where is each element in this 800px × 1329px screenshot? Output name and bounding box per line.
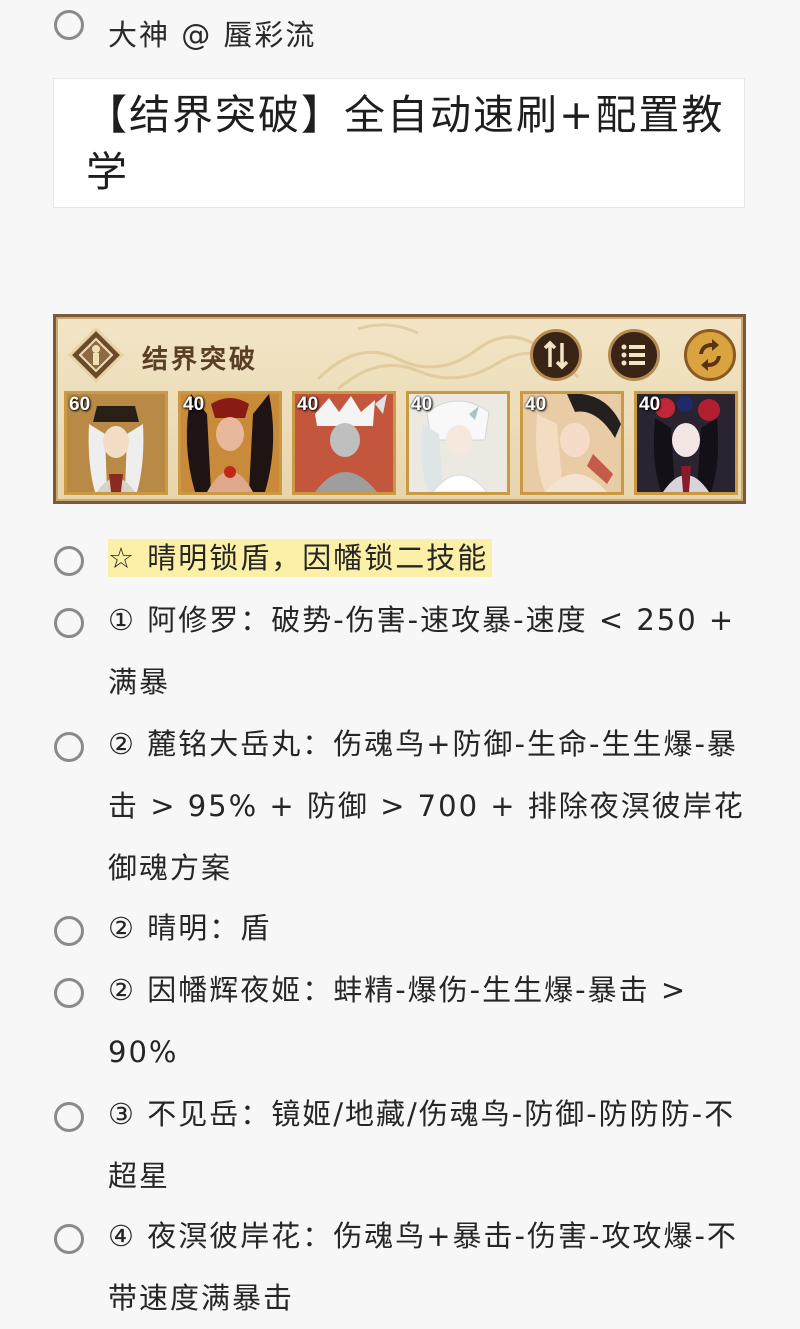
list-item: ② 麓铭大岳丸：伤魂鸟+防御-生命-生生爆-暴击 > 95% + 防御 > 70… <box>0 726 800 912</box>
sort-icon[interactable] <box>530 329 582 381</box>
shikigami-portrait[interactable]: 40 <box>178 391 282 495</box>
refresh-icon[interactable] <box>684 329 736 381</box>
shikigami-portrait[interactable]: 40 <box>292 391 396 495</box>
shikigami-portrait[interactable]: 40 <box>634 391 738 495</box>
portrait-row: 60 40 40 40 40 40 <box>64 391 740 495</box>
item-text: ② 麓铭大岳丸：伤魂鸟+防御-生命-生生爆-暴击 > 95% + 防御 > 70… <box>108 727 745 885</box>
checkbox-circle[interactable] <box>54 1102 84 1132</box>
checkbox-circle[interactable] <box>54 608 84 638</box>
level-label: 40 <box>411 394 433 415</box>
level-label: 40 <box>639 394 661 415</box>
checkbox-circle[interactable] <box>54 732 84 762</box>
list-item: ① 阿修罗：破势-伤害-速攻暴-速度 < 250 + 满暴 <box>0 602 800 726</box>
highlighted-text: ☆ 晴明锁盾，因幡锁二技能 <box>108 539 493 577</box>
checkbox-circle[interactable] <box>54 978 84 1008</box>
list-item: ☆ 晴明锁盾，因幡锁二技能 <box>0 539 800 586</box>
level-label: 40 <box>183 394 205 415</box>
page-title: 【结界突破】全自动速刷+配置教学 <box>86 91 725 196</box>
list-item: ② 因幡辉夜姬：蚌精-爆伤-生生爆-暴击 > 90% <box>0 972 800 1096</box>
item-text: ② 晴明：盾 <box>108 911 272 945</box>
item-text: ③ 不见岳：镜姬/地藏/伤魂鸟-防御-防防防-不超星 <box>108 1097 736 1193</box>
list-item: ④ 夜溟彼岸花：伤魂鸟+暴击-伤害-攻攻爆-不带速度满暴击 <box>0 1218 800 1327</box>
author-label: 大神 @ 蜃彩流 <box>108 18 317 52</box>
checkbox-circle[interactable] <box>54 546 84 576</box>
shikigami-portrait[interactable]: 40 <box>406 391 510 495</box>
list-item: ③ 不见岳：镜姬/地藏/伤魂鸟-防御-防防防-不超星 <box>0 1096 800 1220</box>
item-text: ☆ 晴明锁盾，因幡锁二技能 <box>108 527 748 589</box>
shikigami-portrait[interactable]: 60 <box>64 391 168 495</box>
title-card: 【结界突破】全自动速刷+配置教学 <box>53 78 745 208</box>
level-label: 40 <box>525 394 547 415</box>
shikigami-portrait[interactable]: 40 <box>520 391 624 495</box>
level-label: 40 <box>297 394 319 415</box>
author-row: 大神 @ 蜃彩流 <box>0 8 800 52</box>
barrier-emblem-icon <box>68 327 124 383</box>
banner-title: 结界突破 <box>142 345 259 375</box>
checkbox-circle[interactable] <box>54 10 84 40</box>
game-screenshot: 结界突破 60 40 40 40 40 40 <box>53 314 746 504</box>
item-text: ④ 夜溟彼岸花：伤魂鸟+暴击-伤害-攻攻爆-不带速度满暴击 <box>108 1219 738 1315</box>
banner-panel: 结界突破 60 40 40 40 40 40 <box>56 317 743 501</box>
list-icon[interactable] <box>608 329 660 381</box>
level-label: 60 <box>69 394 91 415</box>
checkbox-circle[interactable] <box>54 1224 84 1254</box>
item-text: ① 阿修罗：破势-伤害-速攻暴-速度 < 250 + 满暴 <box>108 603 736 699</box>
checkbox-circle[interactable] <box>54 916 84 946</box>
item-text: ② 因幡辉夜姬：蚌精-爆伤-生生爆-暴击 > 90% <box>108 973 688 1069</box>
